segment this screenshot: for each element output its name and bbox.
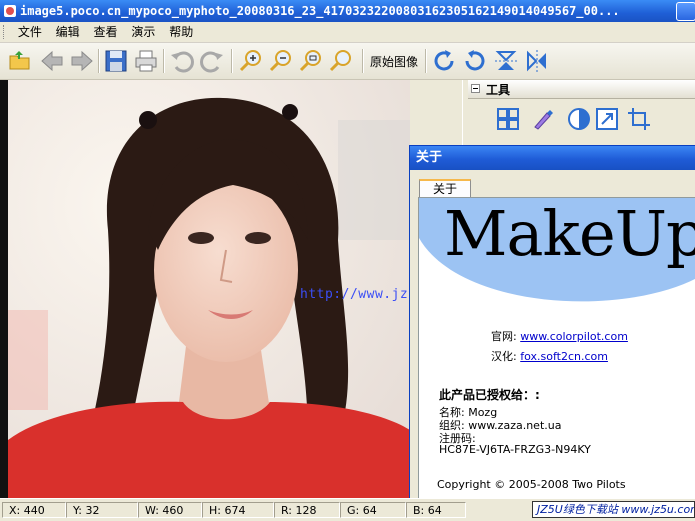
status-r: R: 128 bbox=[274, 502, 340, 518]
toolbar: 原始图像 bbox=[0, 43, 695, 80]
localize-row: 汉化: fox.soft2cn.com bbox=[491, 348, 608, 364]
status-b: B: 64 bbox=[406, 502, 466, 518]
app-icon bbox=[4, 5, 16, 17]
about-tab-page: MakeUp 官网: www.colorpilot.com 汉化: fox.so… bbox=[418, 197, 695, 503]
menu-bar: 文件 编辑 查看 演示 帮助 bbox=[0, 22, 695, 43]
grid-layout-icon[interactable] bbox=[495, 106, 521, 132]
print-icon[interactable] bbox=[132, 47, 160, 75]
tab-about[interactable]: 关于 bbox=[419, 179, 471, 199]
website-row: 官网: www.colorpilot.com bbox=[491, 328, 628, 344]
redo-icon[interactable] bbox=[198, 47, 226, 75]
save-icon[interactable] bbox=[102, 47, 130, 75]
crop-icon[interactable] bbox=[626, 106, 652, 132]
status-y: Y: 32 bbox=[66, 502, 138, 518]
zoom-fit-icon[interactable] bbox=[297, 47, 325, 75]
status-w: W: 460 bbox=[138, 502, 202, 518]
collapse-icon[interactable] bbox=[471, 84, 480, 93]
status-g: G: 64 bbox=[340, 502, 406, 518]
flip-horizontal-icon[interactable] bbox=[523, 47, 551, 75]
about-dialog-titlebar[interactable]: 关于 bbox=[410, 146, 695, 170]
website-label: 官网: bbox=[491, 330, 517, 343]
minimize-button[interactable] bbox=[676, 2, 695, 21]
status-h: H: 674 bbox=[202, 502, 274, 518]
resize-icon[interactable] bbox=[594, 106, 620, 132]
menu-edit[interactable]: 编辑 bbox=[51, 22, 85, 42]
forward-arrow-icon[interactable] bbox=[68, 47, 96, 75]
zoom-custom-icon[interactable] bbox=[327, 47, 355, 75]
tools-panel-title: 工具 bbox=[486, 83, 511, 97]
license-reg-code: HC87E-VJ6TA-FRZG3-N94KY bbox=[439, 443, 591, 456]
status-x: X: 440 bbox=[2, 502, 66, 518]
localize-label: 汉化: bbox=[491, 350, 517, 363]
website-link[interactable]: www.colorpilot.com bbox=[520, 330, 628, 343]
menu-view[interactable]: 查看 bbox=[89, 22, 123, 42]
contrast-icon[interactable] bbox=[566, 106, 592, 132]
menu-grip bbox=[3, 25, 7, 39]
canvas-border bbox=[0, 80, 8, 498]
banner-title: MakeUp bbox=[444, 198, 695, 270]
license-heading: 此产品已授权给：: bbox=[439, 388, 540, 402]
window-title: image5.poco.cn_mypoco_myphoto_20080316_2… bbox=[20, 4, 620, 18]
original-size-button[interactable]: 原始图像 bbox=[370, 53, 418, 70]
rotate-cw-icon[interactable] bbox=[430, 47, 458, 75]
about-dialog-title: 关于 bbox=[416, 150, 443, 165]
back-arrow-icon[interactable] bbox=[38, 47, 66, 75]
makeup-banner: MakeUp bbox=[419, 198, 695, 308]
zoom-in-icon[interactable] bbox=[237, 47, 265, 75]
flip-vertical-icon[interactable] bbox=[492, 47, 520, 75]
menu-help[interactable]: 帮助 bbox=[164, 22, 198, 42]
menu-file[interactable]: 文件 bbox=[13, 22, 47, 42]
zoom-out-icon[interactable] bbox=[267, 47, 295, 75]
brush-icon[interactable] bbox=[530, 106, 556, 132]
rotate-ccw-icon[interactable] bbox=[461, 47, 489, 75]
tools-panel-header[interactable]: 工具 bbox=[468, 80, 695, 99]
window-titlebar[interactable]: image5.poco.cn_mypoco_myphoto_20080316_2… bbox=[0, 0, 695, 22]
site-badge: JZ5U绿色下载站 www.jz5u.com bbox=[532, 501, 695, 518]
about-dialog: 关于 关于 MakeUp 官网: www.colorpilot.com 汉化: … bbox=[409, 145, 695, 505]
menu-slideshow[interactable]: 演示 bbox=[126, 22, 160, 42]
undo-icon[interactable] bbox=[168, 47, 196, 75]
localize-link[interactable]: fox.soft2cn.com bbox=[520, 350, 608, 363]
copyright-text: Copyright © 2005-2008 Two Pilots bbox=[437, 478, 626, 491]
open-folder-icon[interactable] bbox=[6, 47, 34, 75]
